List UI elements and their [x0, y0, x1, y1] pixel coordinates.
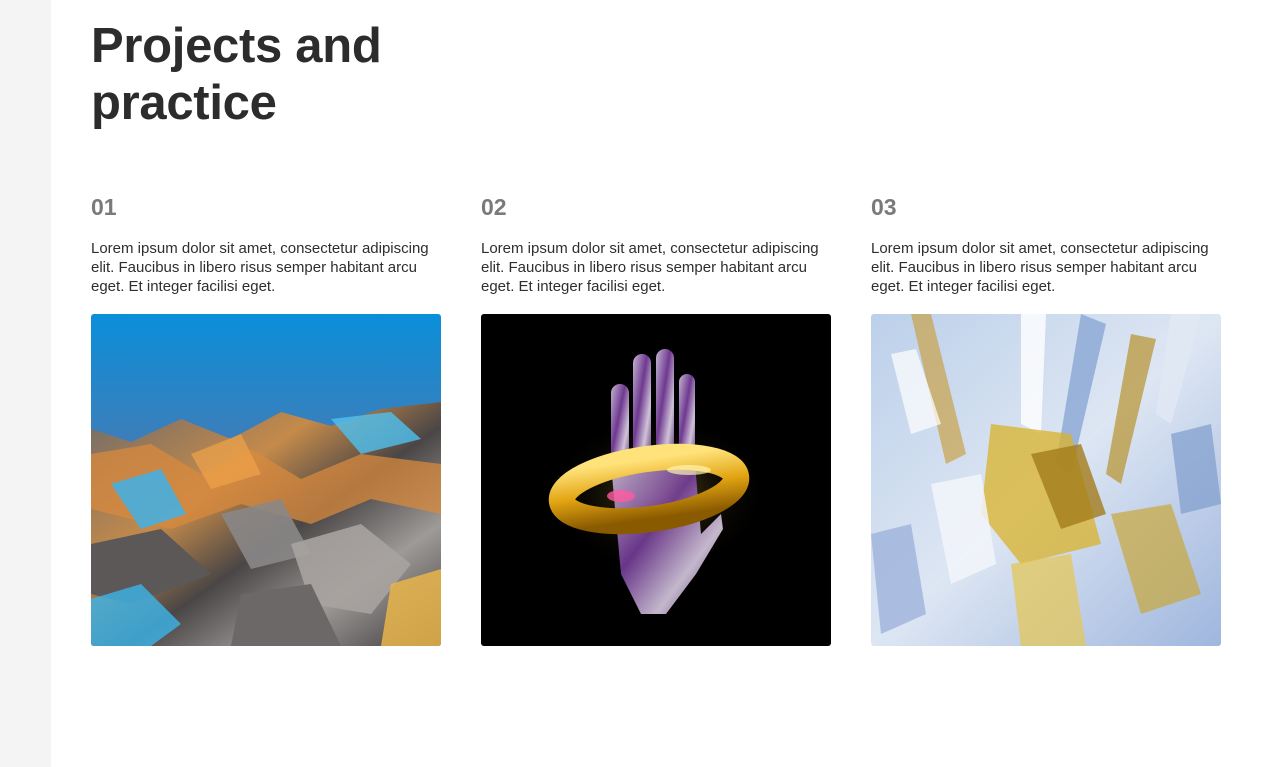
left-side-strip — [0, 0, 51, 767]
project-card-01: 01 Lorem ipsum dolor sit amet, consectet… — [91, 190, 441, 646]
project-description: Lorem ipsum dolor sit amet, consectetur … — [871, 240, 1209, 295]
project-description: Lorem ipsum dolor sit amet, consectetur … — [481, 240, 819, 295]
project-card-02: 02 Lorem ipsum dolor sit amet, consectet… — [481, 190, 831, 646]
project-image-foil-landscape[interactable] — [91, 314, 441, 646]
project-image-crystal-shards[interactable] — [871, 314, 1221, 646]
page-title-line-2: practice — [91, 76, 277, 130]
crystal-shards-artwork — [871, 314, 1221, 646]
glass-hand-artwork — [481, 314, 831, 646]
project-number: 01 — [91, 194, 117, 220]
project-card-03: 03 Lorem ipsum dolor sit amet, consectet… — [871, 190, 1221, 646]
project-image-glass-hand[interactable] — [481, 314, 831, 646]
foil-landscape-artwork — [91, 314, 441, 646]
project-number: 03 — [871, 194, 897, 220]
project-number: 02 — [481, 194, 507, 220]
page-title: Projects and practice — [91, 18, 382, 132]
project-description: Lorem ipsum dolor sit amet, consectetur … — [91, 240, 429, 295]
page-title-line-1: Projects and — [91, 19, 382, 73]
